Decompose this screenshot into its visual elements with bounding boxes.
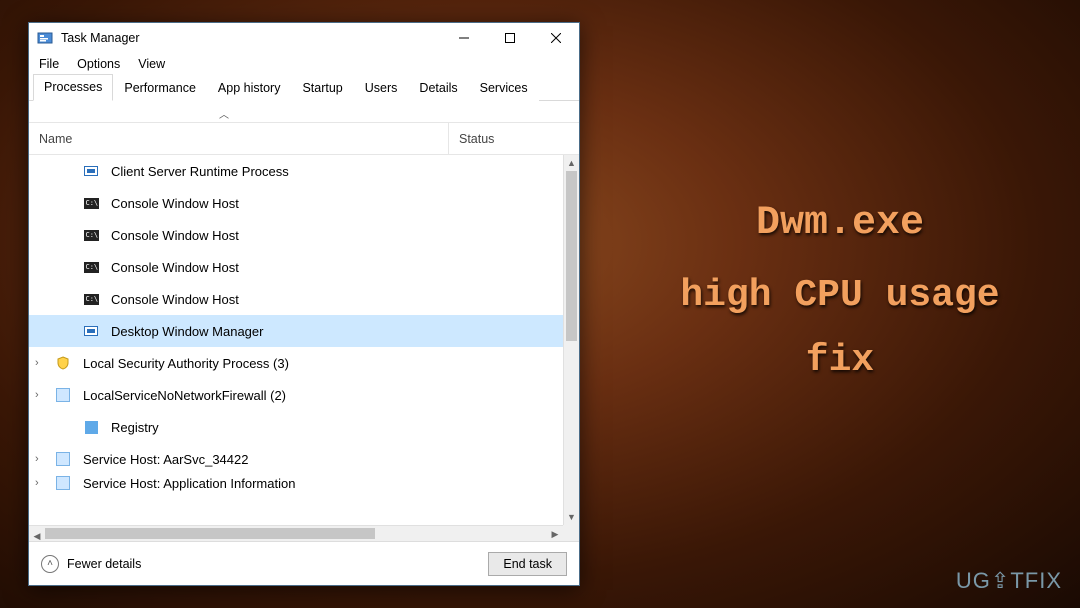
- console-icon: C:\: [83, 291, 99, 307]
- menubar: File Options View: [29, 53, 579, 75]
- table-row[interactable]: › Service Host: AarSvc_34422: [29, 443, 563, 475]
- table-row[interactable]: C:\ Console Window Host: [29, 187, 563, 219]
- chevron-right-icon[interactable]: ›: [35, 357, 49, 369]
- process-name: LocalServiceNoNetworkFirewall (2): [83, 388, 286, 403]
- scroll-corner: [563, 525, 579, 541]
- menu-view[interactable]: View: [138, 57, 165, 71]
- horizontal-scrollbar[interactable]: ◀ ▶: [29, 525, 563, 541]
- titlebar[interactable]: Task Manager: [29, 23, 579, 53]
- chevron-up-icon: ︿: [219, 106, 229, 121]
- gear-icon: [55, 475, 71, 491]
- shield-icon: [55, 355, 71, 371]
- process-name: Registry: [111, 420, 159, 435]
- footer: ˄ Fewer details End task: [29, 541, 579, 585]
- window-title: Task Manager: [61, 31, 441, 45]
- gear-icon: [55, 387, 71, 403]
- tab-services[interactable]: Services: [469, 75, 539, 101]
- registry-icon: [83, 419, 99, 435]
- menu-options[interactable]: Options: [77, 57, 120, 71]
- window-icon: [83, 323, 99, 339]
- table-row[interactable]: › Local Security Authority Process (3): [29, 347, 563, 379]
- sort-indicator-row: ︿: [29, 101, 579, 123]
- window-controls: [441, 23, 579, 53]
- chevron-right-icon[interactable]: ›: [35, 389, 49, 401]
- close-button[interactable]: [533, 23, 579, 53]
- table-row[interactable]: C:\ Console Window Host: [29, 219, 563, 251]
- table-row[interactable]: Desktop Window Manager: [29, 315, 563, 347]
- fewer-details-label: Fewer details: [67, 557, 141, 571]
- tab-users[interactable]: Users: [354, 75, 409, 101]
- process-name: Local Security Authority Process (3): [83, 356, 289, 371]
- column-name[interactable]: Name: [29, 123, 449, 154]
- task-manager-window: Task Manager File Options View Processes…: [28, 22, 580, 586]
- task-manager-icon: [37, 30, 53, 46]
- vertical-scroll-thumb[interactable]: [566, 171, 577, 341]
- scroll-down-icon[interactable]: ▼: [564, 509, 579, 525]
- scroll-left-icon[interactable]: ◀: [29, 529, 45, 542]
- menu-file[interactable]: File: [39, 57, 59, 71]
- process-name: Console Window Host: [111, 196, 239, 211]
- table-row[interactable]: Registry: [29, 411, 563, 443]
- scroll-up-icon[interactable]: ▲: [564, 155, 579, 171]
- process-name: Console Window Host: [111, 260, 239, 275]
- table-row[interactable]: Client Server Runtime Process: [29, 155, 563, 187]
- maximize-button[interactable]: [487, 23, 533, 53]
- vertical-scrollbar[interactable]: ▲ ▼: [563, 155, 579, 525]
- gear-icon: [55, 451, 71, 467]
- process-name: Desktop Window Manager: [111, 324, 263, 339]
- promo-line2: high CPU usage: [660, 264, 1020, 329]
- process-name: Client Server Runtime Process: [111, 164, 289, 179]
- console-icon: C:\: [83, 227, 99, 243]
- process-name: Service Host: Application Information: [83, 476, 295, 491]
- table-row[interactable]: › Service Host: Application Information: [29, 475, 563, 491]
- chevron-up-icon: ˄: [41, 555, 59, 573]
- tab-startup[interactable]: Startup: [291, 75, 353, 101]
- fewer-details-button[interactable]: ˄ Fewer details: [41, 555, 141, 573]
- scroll-right-icon[interactable]: ▶: [547, 526, 563, 541]
- promo-caption: Dwm.exe high CPU usage fix: [660, 190, 1020, 393]
- tabstrip: Processes Performance App history Startu…: [29, 75, 579, 101]
- process-list-area: Client Server Runtime Process C:\ Console …: [29, 155, 579, 541]
- table-row[interactable]: C:\ Console Window Host: [29, 251, 563, 283]
- process-name: Console Window Host: [111, 292, 239, 307]
- tab-app-history[interactable]: App history: [207, 75, 292, 101]
- table-row[interactable]: C:\ Console Window Host: [29, 283, 563, 315]
- process-name: Console Window Host: [111, 228, 239, 243]
- tab-processes[interactable]: Processes: [33, 74, 113, 101]
- console-icon: C:\: [83, 259, 99, 275]
- promo-line1: Dwm.exe: [660, 190, 1020, 258]
- column-status[interactable]: Status: [449, 132, 579, 146]
- end-task-button[interactable]: End task: [488, 552, 567, 576]
- chevron-right-icon[interactable]: ›: [35, 477, 49, 489]
- promo-line3: fix: [660, 329, 1020, 394]
- horizontal-scroll-thumb[interactable]: [45, 528, 375, 539]
- tab-performance[interactable]: Performance: [113, 75, 207, 101]
- process-list[interactable]: Client Server Runtime Process C:\ Console …: [29, 155, 563, 525]
- process-name: Service Host: AarSvc_34422: [83, 452, 248, 467]
- column-headers: Name Status: [29, 123, 579, 155]
- minimize-button[interactable]: [441, 23, 487, 53]
- tab-details[interactable]: Details: [408, 75, 468, 101]
- table-row[interactable]: › LocalServiceNoNetworkFirewall (2): [29, 379, 563, 411]
- watermark: UG⇪TFIX: [956, 568, 1062, 594]
- window-icon: [83, 163, 99, 179]
- console-icon: C:\: [83, 195, 99, 211]
- chevron-right-icon[interactable]: ›: [35, 453, 49, 465]
